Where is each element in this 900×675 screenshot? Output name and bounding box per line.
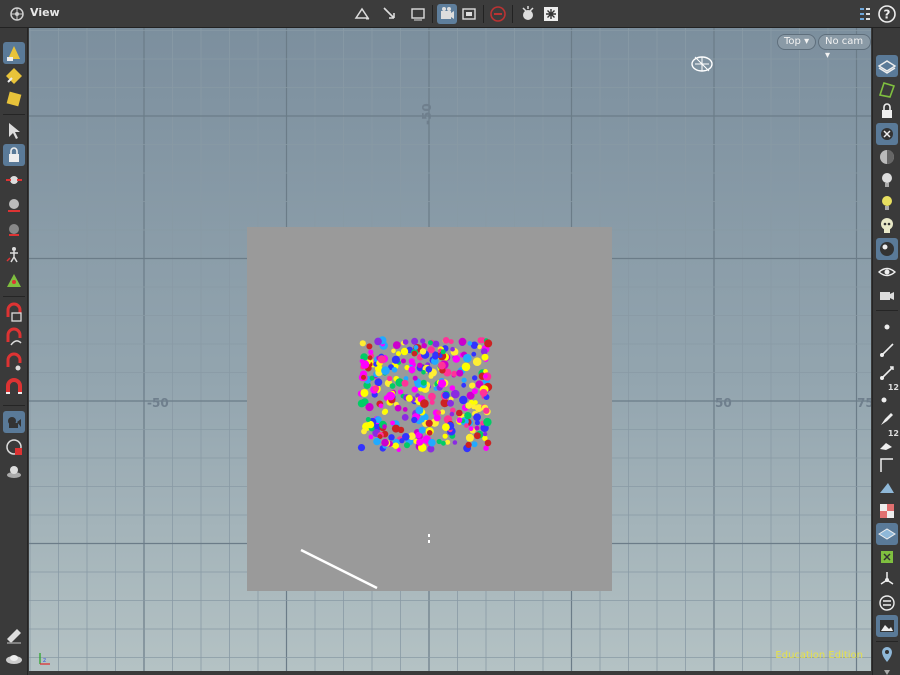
light-bulb-icon[interactable] (876, 169, 898, 191)
camera-icon[interactable] (437, 4, 457, 24)
axis-icon[interactable] (876, 454, 898, 476)
snowflake-icon[interactable] (541, 4, 561, 24)
point-icon[interactable] (876, 316, 898, 338)
stamp-icon[interactable] (3, 624, 25, 646)
origin-marker-top (428, 534, 430, 537)
normal-icon[interactable] (876, 362, 898, 384)
transform-icon[interactable] (3, 169, 25, 191)
view-orientation-icon[interactable] (690, 52, 714, 76)
grid-plane-icon[interactable] (3, 436, 25, 458)
handle-icon[interactable] (408, 4, 428, 24)
viewer-pane-icon[interactable] (8, 5, 26, 23)
no-entry-icon[interactable] (488, 4, 508, 24)
viewer-title-bar: View ? (0, 0, 900, 28)
skull-icon[interactable] (876, 215, 898, 237)
floor-icon[interactable] (876, 523, 898, 545)
pose-tool-icon[interactable] (3, 42, 25, 64)
view-icon[interactable] (3, 194, 25, 216)
camera-menu-label: No cam (825, 36, 864, 47)
snap-point-icon[interactable] (3, 352, 25, 374)
edition-label: Education Edition (775, 650, 863, 661)
line-icon[interactable] (876, 339, 898, 361)
close-x-icon[interactable] (876, 123, 898, 145)
help-icon[interactable]: ? (877, 4, 897, 24)
list-icon[interactable] (876, 592, 898, 614)
origin-marker-bottom (428, 540, 430, 543)
chevron-down-icon: ▾ (825, 50, 831, 61)
shading-icon[interactable] (876, 146, 898, 168)
ghost-icon[interactable] (876, 78, 898, 100)
backface-icon[interactable] (876, 477, 898, 499)
emitter-line (300, 548, 378, 590)
brush-stroke-icon[interactable] (876, 408, 898, 430)
camera-move-icon[interactable] (3, 411, 25, 433)
paint-icon[interactable] (3, 65, 25, 87)
chevron-down-icon: ▾ (804, 36, 810, 47)
svg-text:?: ? (884, 8, 891, 22)
prim-number-badge: 12 (887, 429, 899, 438)
construction-icon[interactable] (3, 461, 25, 483)
layout-icon[interactable] (855, 4, 875, 24)
snap-curve-icon[interactable] (3, 327, 25, 349)
origin-icon[interactable] (876, 569, 898, 591)
svg-text:z: z (43, 657, 46, 664)
right-display-shelf: 12 12 (872, 28, 900, 675)
lock-icon[interactable] (876, 100, 898, 122)
pane-title: View (30, 6, 60, 19)
sculpt-icon[interactable] (3, 88, 25, 110)
render-icon[interactable] (518, 4, 538, 24)
camera-menu-button[interactable]: No cam ▾ (818, 34, 871, 61)
display-icon[interactable] (876, 55, 898, 77)
lock-icon[interactable] (3, 144, 25, 166)
figure-icon[interactable] (3, 244, 25, 266)
scene-lines (300, 534, 430, 590)
viewport-bottom-strip (29, 671, 871, 675)
snap-grid-icon[interactable] (3, 302, 25, 324)
magnet-icon[interactable] (3, 377, 25, 399)
background-image-icon[interactable] (876, 615, 898, 637)
display-options-icon[interactable] (352, 4, 372, 24)
scroll-down-icon[interactable] (876, 662, 898, 675)
saucer-icon[interactable] (3, 647, 25, 669)
eye-icon[interactable] (876, 261, 898, 283)
brush-icon[interactable] (3, 219, 25, 241)
point-number-icon[interactable]: 12 (876, 383, 899, 407)
handles-icon[interactable] (3, 269, 25, 291)
checker-icon[interactable] (876, 500, 898, 522)
light-bulb-alt-icon[interactable] (876, 192, 898, 214)
sphere-icon[interactable] (876, 238, 898, 260)
view-menu-label: Top (784, 36, 801, 47)
uv-icon[interactable] (876, 546, 898, 568)
prim-number-icon[interactable]: 12 (876, 429, 899, 453)
eye-camera-icon[interactable] (876, 284, 898, 306)
axes-gizmo-icon: z (39, 653, 50, 665)
view-menu-button[interactable]: Top ▾ (777, 34, 817, 50)
snap-icon[interactable] (380, 4, 400, 24)
select-arrow-icon[interactable] (3, 120, 25, 142)
point-number-badge: 12 (887, 383, 899, 392)
3d-viewport[interactable]: -50 -50 50 75 Top ▾ No cam ▾ z Education… (29, 28, 871, 671)
left-tool-shelf (0, 28, 28, 675)
viewport-layout-icon[interactable] (459, 4, 479, 24)
houdini-scene-viewer: View ? -50 -50 50 75 Top ▾ No cam ▾ z Ed… (0, 0, 900, 675)
